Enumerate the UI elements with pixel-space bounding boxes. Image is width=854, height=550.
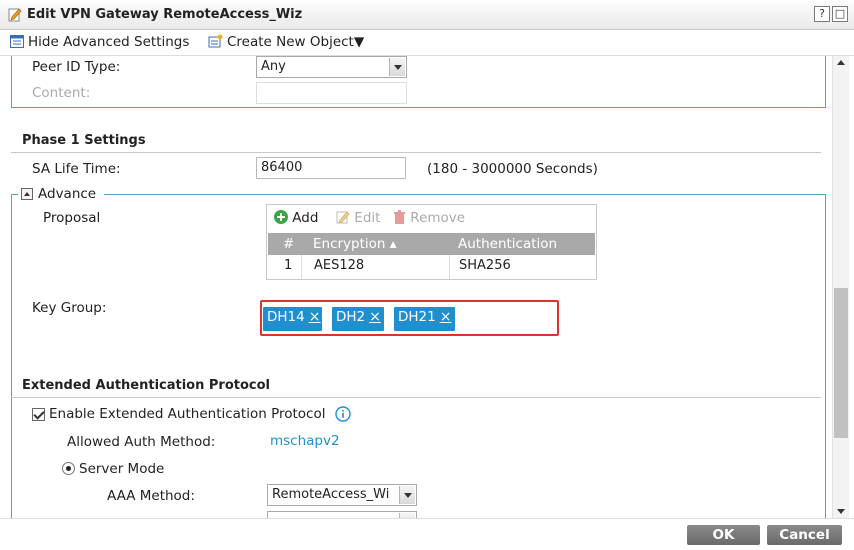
key-group-tag: DH14 × xyxy=(263,307,322,331)
add-proposal-button[interactable]: Add xyxy=(274,210,318,226)
advance-legend-label: Advance xyxy=(38,186,97,202)
add-label: Add xyxy=(292,210,319,226)
aaa-method-select[interactable]: RemoteAccess_Wi xyxy=(267,484,417,506)
info-icon[interactable] xyxy=(335,406,351,422)
new-object-icon xyxy=(208,34,223,48)
hide-advanced-button[interactable]: Hide Advanced Settings xyxy=(10,34,189,50)
tag-label: DH2 xyxy=(336,309,366,325)
allowed-auth-label: Allowed Auth Method: xyxy=(67,434,216,450)
toolbar: Hide Advanced Settings Create New Object… xyxy=(0,30,854,56)
create-object-button[interactable]: Create New Object▼ xyxy=(208,34,364,50)
proposal-table: Add Edit Remove # Encryption ▴ Authentic… xyxy=(266,204,597,280)
peer-id-type-value: Any xyxy=(261,59,286,74)
column-header-authentication[interactable]: Authentication xyxy=(458,236,557,252)
row-encryption: AES128 xyxy=(314,258,365,273)
row-authentication: SHA256 xyxy=(459,258,511,273)
section-divider xyxy=(11,152,821,153)
key-group-tag: DH2 × xyxy=(332,307,384,331)
content-field[interactable] xyxy=(256,82,407,104)
peer-id-fieldset xyxy=(11,56,826,108)
proposal-toolbar: Add Edit Remove xyxy=(267,205,596,232)
column-header-num[interactable]: # xyxy=(283,236,294,252)
key-group-label: Key Group: xyxy=(32,300,107,316)
remove-label: Remove xyxy=(410,210,466,226)
enable-xauth-label: Enable Extended Authentication Protocol xyxy=(49,406,326,422)
server-mode-label: Server Mode xyxy=(79,461,165,477)
chevron-down-icon xyxy=(389,58,405,76)
sa-life-time-input[interactable]: 86400 xyxy=(256,157,406,179)
enable-xauth-checkbox[interactable] xyxy=(32,408,45,421)
chevron-down-icon xyxy=(399,486,415,504)
key-group-field[interactable]: DH14 × DH2 × DH21 × xyxy=(260,300,559,336)
server-mode-radio[interactable] xyxy=(62,462,75,475)
tag-remove-icon[interactable]: × xyxy=(440,309,452,325)
ok-button[interactable]: OK xyxy=(687,525,760,545)
hide-advanced-label: Hide Advanced Settings xyxy=(28,34,190,50)
content-label: Content: xyxy=(32,85,91,101)
scrollbar-thumb[interactable] xyxy=(834,288,848,438)
tag-remove-icon[interactable]: × xyxy=(309,309,321,325)
tag-label: DH21 xyxy=(398,309,436,325)
tag-remove-icon[interactable]: × xyxy=(369,309,381,325)
form-content: Peer ID Type: Any Content: Phase 1 Setti… xyxy=(0,56,832,518)
advance-legend: Advance xyxy=(18,186,104,202)
phase1-section-title: Phase 1 Settings xyxy=(22,133,146,148)
edit-icon xyxy=(8,8,22,22)
scroll-down-icon[interactable] xyxy=(837,509,845,514)
edit-label: Edit xyxy=(354,210,381,226)
create-object-label: Create New Object▼ xyxy=(227,34,365,50)
proposal-label: Proposal xyxy=(43,210,101,226)
help-button[interactable]: ? xyxy=(814,6,830,22)
cancel-button[interactable]: Cancel xyxy=(767,525,842,545)
trash-icon xyxy=(394,210,405,224)
column-header-encryption[interactable]: Encryption ▴ xyxy=(313,236,397,252)
table-row[interactable]: 1 AES128 SHA256 xyxy=(268,255,595,279)
dialog-footer: OK Cancel xyxy=(0,518,854,550)
allowed-auth-value[interactable]: mschapv2 xyxy=(270,433,340,449)
title-bar: Edit VPN Gateway RemoteAccess_Wiz ? □ xyxy=(0,0,854,30)
edit-icon xyxy=(336,211,350,224)
sa-life-time-hint: (180 - 3000000 Seconds) xyxy=(427,161,598,177)
maximize-button[interactable]: □ xyxy=(832,6,848,22)
key-group-tag: DH21 × xyxy=(394,307,455,331)
window-title: Edit VPN Gateway RemoteAccess_Wiz xyxy=(27,7,303,22)
row-num: 1 xyxy=(284,258,293,273)
peer-id-type-select[interactable]: Any xyxy=(256,56,407,78)
xauth-section-title: Extended Authentication Protocol xyxy=(22,378,271,393)
aaa-method-value: RemoteAccess_Wi xyxy=(272,487,390,502)
sa-life-time-label: SA Life Time: xyxy=(32,161,121,177)
proposal-table-header: # Encryption ▴ Authentication xyxy=(268,233,595,255)
aaa-method-label: AAA Method: xyxy=(107,488,195,504)
scroll-up-icon[interactable] xyxy=(837,60,845,65)
collapse-toggle-icon[interactable] xyxy=(21,188,33,200)
settings-list-icon xyxy=(10,35,24,48)
tag-label: DH14 xyxy=(267,309,305,325)
section-divider xyxy=(11,397,821,398)
add-icon xyxy=(274,210,288,224)
remove-proposal-button[interactable]: Remove xyxy=(393,210,465,226)
vertical-scrollbar[interactable] xyxy=(832,56,849,518)
secondary-select[interactable] xyxy=(267,511,417,518)
peer-id-type-label: Peer ID Type: xyxy=(32,59,121,75)
edit-proposal-button[interactable]: Edit xyxy=(336,210,380,226)
